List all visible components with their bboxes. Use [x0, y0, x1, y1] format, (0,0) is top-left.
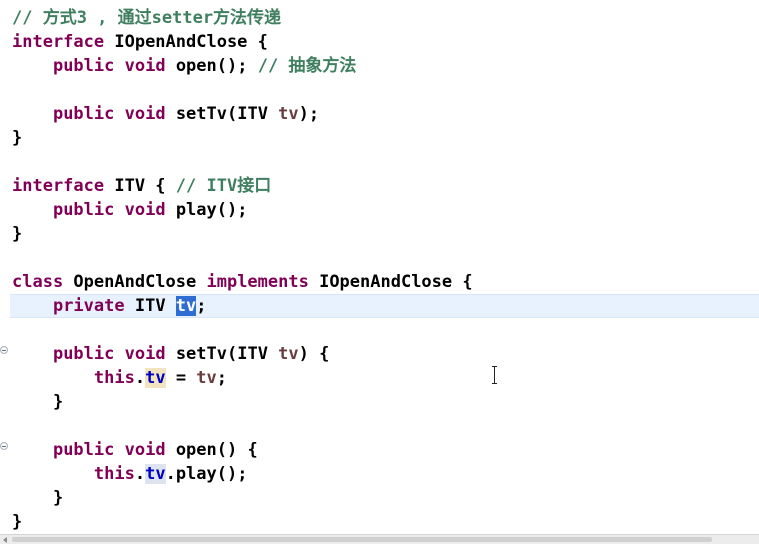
fold-collapse-icon[interactable]: [0, 346, 8, 354]
fold-collapse-icon[interactable]: [0, 442, 8, 450]
code-token: void: [124, 440, 166, 460]
code-line[interactable]: public void open() {: [12, 438, 258, 462]
code-token: ITV: [124, 296, 176, 316]
code-token: tv: [278, 344, 299, 364]
code-line[interactable]: }: [12, 222, 22, 246]
code-line[interactable]: interface ITV { // ITV接口: [12, 174, 271, 198]
code-token: tv: [175, 296, 197, 316]
code-line[interactable]: }: [12, 486, 63, 510]
code-line[interactable]: }: [12, 510, 22, 534]
code-token: interface: [12, 176, 105, 196]
code-token: void: [124, 344, 166, 364]
code-token: interface: [12, 32, 105, 52]
code-token: .: [134, 464, 146, 484]
code-line[interactable]: interface IOpenAndClose {: [12, 30, 268, 54]
code-line[interactable]: public void open(); // 抽象方法: [12, 54, 356, 78]
horizontal-scrollbar[interactable]: [0, 534, 759, 544]
code-token: void: [124, 104, 166, 124]
code-line[interactable]: this.tv.play();: [12, 462, 247, 486]
code-token: public: [52, 56, 115, 76]
code-token: public: [52, 200, 115, 220]
code-token: IOpenAndClose {: [308, 272, 473, 292]
code-token: // 方式3 , 通过setter方法传递: [12, 8, 282, 28]
code-token: open() {: [165, 440, 258, 460]
code-token: .: [134, 368, 146, 388]
code-token: }: [12, 392, 64, 412]
code-token: public: [52, 440, 115, 460]
code-token: }: [12, 224, 23, 244]
code-token: tv: [145, 464, 166, 484]
code-token: ;: [216, 368, 228, 388]
code-line[interactable]: class OpenAndClose implements IOpenAndCl…: [12, 270, 473, 294]
code-token: setTv(ITV: [165, 344, 279, 364]
code-line[interactable]: public void setTv(ITV tv);: [12, 102, 319, 126]
code-line[interactable]: private ITV tv;: [12, 294, 207, 318]
code-line[interactable]: }: [12, 126, 22, 150]
code-token: }: [12, 128, 23, 148]
code-token: setTv(ITV: [165, 104, 279, 124]
code-line[interactable]: this.tv = tv;: [12, 366, 227, 390]
code-token: public: [52, 344, 115, 364]
code-token: tv: [196, 368, 217, 388]
code-token: tv: [145, 368, 166, 388]
code-token: private: [52, 296, 125, 316]
code-token: open();: [165, 56, 258, 76]
code-token: tv: [278, 104, 299, 124]
code-editor[interactable]: // 方式3 , 通过setter方法传递 interface IOpenAndC…: [0, 0, 759, 534]
code-token: implements: [206, 272, 309, 292]
code-line[interactable]: public void setTv(ITV tv) {: [12, 342, 329, 366]
code-token: OpenAndClose: [63, 272, 207, 292]
code-token: // 抽象方法: [257, 56, 357, 76]
code-token: void: [124, 200, 166, 220]
code-token: this: [93, 368, 135, 388]
code-token: void: [124, 56, 166, 76]
code-token: // ITV接口: [175, 176, 272, 196]
code-token: public: [52, 104, 115, 124]
code-token: IOpenAndClose {: [104, 32, 268, 52]
code-line[interactable]: public void play();: [12, 198, 248, 222]
code-token: ITV {: [104, 176, 176, 196]
code-token: .play();: [165, 464, 248, 484]
code-token: ) {: [298, 344, 330, 364]
editor-gutter: [0, 0, 10, 534]
code-token: play();: [165, 200, 248, 220]
scrollbar-thumb[interactable]: [12, 537, 712, 542]
code-token: ;: [196, 296, 207, 316]
code-token: class: [12, 272, 64, 292]
code-token: }: [12, 512, 23, 532]
scroll-left-arrow-icon[interactable]: [3, 537, 7, 543]
code-token: );: [298, 104, 320, 124]
code-line[interactable]: }: [12, 390, 63, 414]
code-token: this: [93, 464, 135, 484]
code-line[interactable]: // 方式3 , 通过setter方法传递: [12, 6, 281, 30]
ibeam-cursor-icon: [490, 366, 500, 384]
code-token: }: [12, 488, 64, 508]
code-token: =: [165, 368, 197, 388]
